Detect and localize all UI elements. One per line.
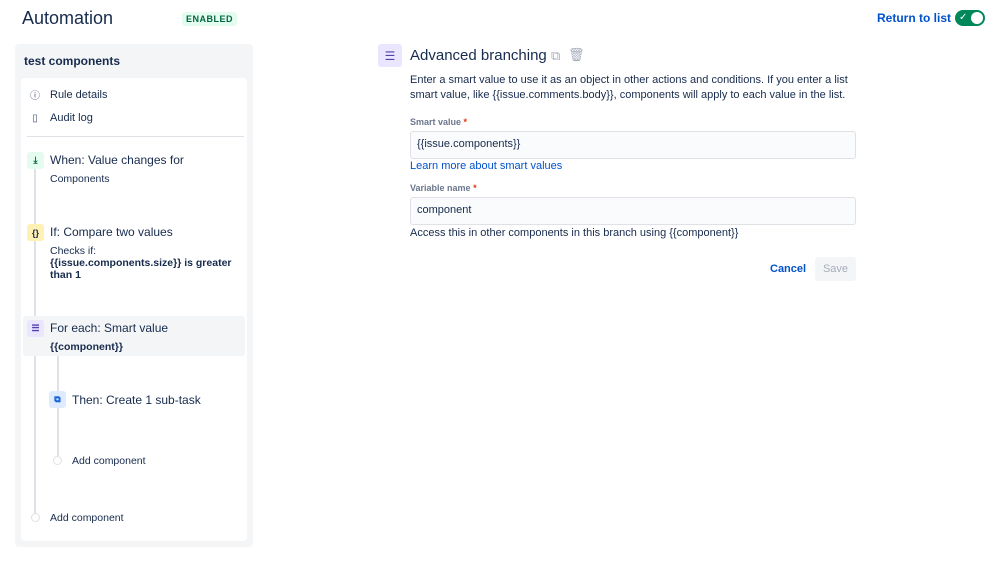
toggle-knob: [971, 12, 983, 24]
cancel-button[interactable]: Cancel: [770, 263, 806, 275]
variable-name-input[interactable]: component: [410, 197, 856, 225]
add-point-icon: [31, 513, 40, 522]
trigger-step[interactable]: When: Value changes for: [50, 153, 184, 167]
subtask-icon: ⧉: [49, 391, 66, 408]
document-icon: ▯: [32, 112, 38, 124]
divider: [27, 136, 244, 137]
add-component-branch[interactable]: Add component: [72, 455, 146, 467]
rule-name: test components: [24, 54, 121, 68]
check-icon: ✓: [959, 12, 968, 23]
nav-label: Rule details: [50, 88, 108, 101]
panel-description: Enter a smart value to use it as an obje…: [410, 74, 848, 101]
rule-components-card: [21, 78, 247, 541]
save-button[interactable]: Save: [815, 257, 856, 281]
learn-more-link[interactable]: Learn more about smart values: [410, 160, 562, 172]
page-title: Automation: [22, 8, 114, 28]
condition-icon: {}: [27, 224, 44, 241]
trigger-field: Components: [50, 173, 110, 185]
status-badge: ENABLED: [182, 12, 238, 26]
condition-detail: {{issue.components.size}} is greater tha…: [50, 257, 232, 281]
add-point-icon: [53, 456, 62, 465]
trash-icon[interactable]: 🗑: [568, 47, 585, 63]
sidebar-item-audit-log[interactable]: ▯ Audit log: [30, 112, 93, 124]
smart-value-label: Smart value *: [410, 117, 468, 127]
nav-label: Audit log: [50, 112, 93, 124]
info-icon: ⓘ: [30, 91, 40, 102]
variable-name-label: Variable name *: [410, 183, 477, 193]
smart-value-input[interactable]: {{issue.components}}: [410, 131, 856, 159]
branch-icon: ☰: [27, 320, 44, 337]
rule-enabled-toggle[interactable]: ✓: [955, 10, 985, 26]
action-step[interactable]: Then: Create 1 sub-task: [72, 393, 201, 407]
branch-icon: ☰: [378, 44, 402, 67]
panel-title: Advanced branching: [410, 47, 547, 64]
return-to-list-link[interactable]: Return to list: [877, 11, 951, 25]
variable-help-text: Access this in other components in this …: [410, 227, 739, 239]
condition-label: Checks if:: [50, 245, 97, 257]
add-component[interactable]: Add component: [50, 512, 124, 524]
copy-icon[interactable]: ⧉: [551, 48, 560, 64]
branch-value: {{component}}: [50, 341, 123, 353]
trigger-icon: ⤓: [27, 152, 44, 169]
sidebar-item-rule-details[interactable]: ⓘ Rule details: [30, 87, 108, 103]
branch-step[interactable]: For each: Smart value: [50, 321, 168, 335]
condition-step[interactable]: If: Compare two values: [50, 225, 173, 239]
